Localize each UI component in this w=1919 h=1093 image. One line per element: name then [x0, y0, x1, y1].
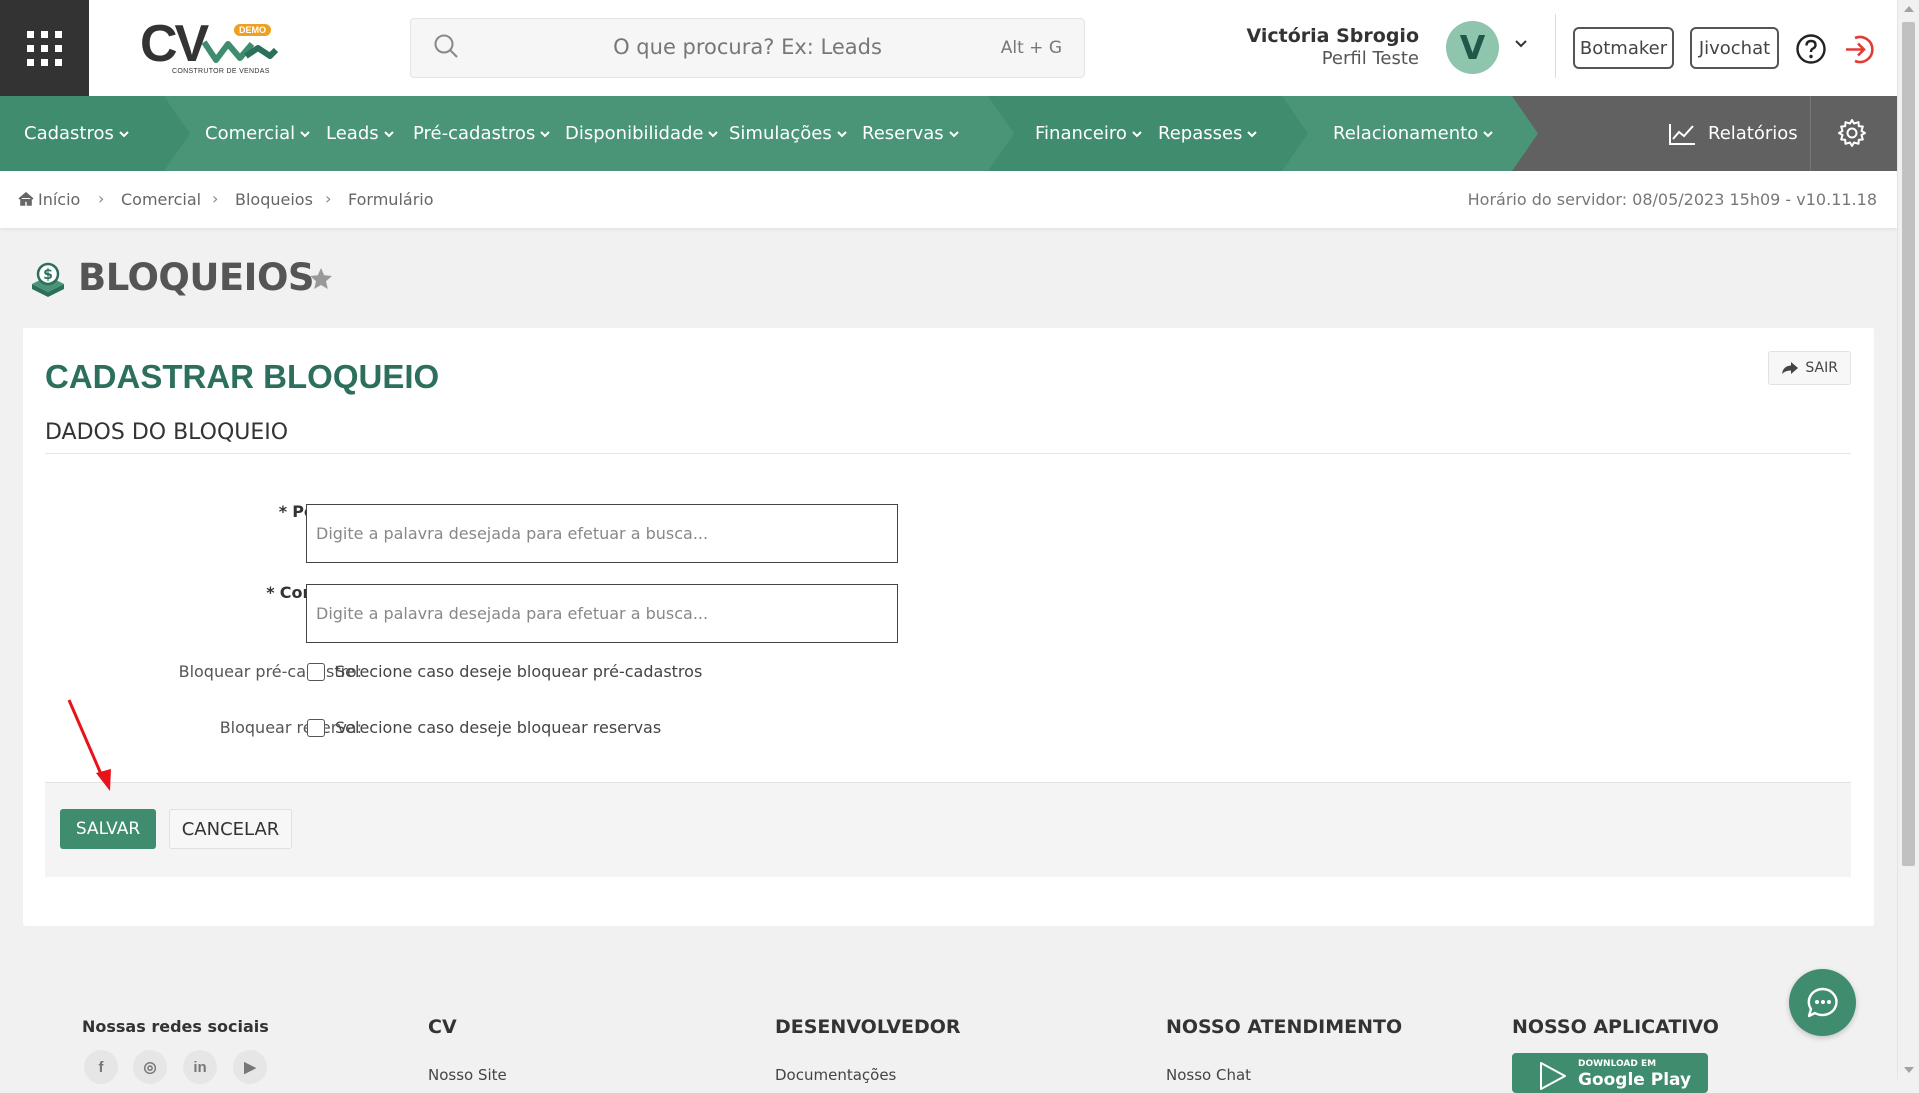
footer-link-docs[interactable]: Documentações	[775, 1066, 896, 1084]
botmaker-button[interactable]: Botmaker	[1573, 27, 1674, 69]
nav-comercial[interactable]: Comercial	[205, 96, 311, 171]
share-arrow-icon	[1782, 362, 1799, 374]
logo-wave-icon	[202, 40, 278, 63]
star-icon[interactable]	[308, 266, 334, 292]
avatar[interactable]: V	[1446, 21, 1499, 74]
breadcrumb-comercial[interactable]: Comercial	[121, 190, 201, 209]
nav-relatorios-label: Relatórios	[1708, 123, 1798, 144]
money-block-icon: $	[32, 262, 64, 297]
play-store-icon	[1540, 1062, 1566, 1090]
top-header: CV DEMO CONSTRUTOR DE VENDAS O que procu…	[0, 0, 1897, 96]
search-shortcut: Alt + G	[1000, 38, 1062, 58]
breadcrumb: Início › Comercial › Bloqueios › Formulá…	[0, 171, 1897, 228]
chevron-down-icon	[1132, 131, 1142, 138]
nav-divider	[1810, 96, 1811, 171]
header-divider	[1555, 14, 1556, 78]
google-play-top: DOWNLOAD EM	[1578, 1059, 1657, 1069]
user-name: Victória Sbrogio	[1246, 25, 1419, 47]
cancel-button[interactable]: CANCELAR	[169, 809, 292, 849]
logo-tagline: CONSTRUTOR DE VENDAS	[172, 68, 270, 75]
breadcrumb-formulario: Formulário	[348, 190, 434, 209]
chevron-down-icon	[708, 131, 719, 138]
form-card: CADASTRAR BLOQUEIO SAIR DADOS DO BLOQUEI…	[23, 328, 1874, 926]
form-title: CADASTRAR BLOQUEIO	[45, 358, 440, 395]
gear-icon[interactable]	[1837, 118, 1867, 148]
nav-leads[interactable]: Leads	[326, 96, 395, 171]
block-precadastro-checkbox[interactable]	[307, 663, 325, 681]
scrollbar-thumb[interactable]	[1902, 22, 1915, 866]
scroll-up-icon[interactable]	[1904, 6, 1914, 12]
chevron-down-icon	[300, 131, 310, 138]
footer-col-cv-title: CV	[428, 1016, 457, 1038]
annotation-arrow	[67, 699, 111, 791]
grid-icon	[27, 30, 62, 66]
footer-social-title: Nossas redes sociais	[82, 1017, 269, 1036]
section-title: DADOS DO BLOQUEIO	[45, 420, 289, 445]
footer-col-dev-title: DESENVOLVEDOR	[775, 1016, 961, 1038]
logo[interactable]: CV DEMO CONSTRUTOR DE VENDAS	[140, 18, 280, 80]
exit-label: SAIR	[1805, 360, 1838, 376]
block-reserva-text: Selecione caso deseje bloquear reservas	[335, 718, 662, 737]
footer-col-support-title: NOSSO ATENDIMENTO	[1166, 1016, 1403, 1038]
chevron-down-icon	[540, 131, 551, 138]
nav-pre-cadastros[interactable]: Pré-cadastros	[413, 96, 551, 171]
corretor-input[interactable]	[306, 584, 898, 643]
breadcrumb-home[interactable]: Início	[18, 190, 80, 209]
chevron-down-icon	[383, 131, 394, 138]
breadcrumb-bloqueios[interactable]: Bloqueios	[235, 190, 313, 209]
apps-menu-button[interactable]	[0, 0, 89, 96]
footer-link-site[interactable]: Nosso Site	[428, 1066, 507, 1084]
chevron-down-icon[interactable]	[1513, 36, 1529, 52]
block-precadastro-text: Selecione caso deseje bloquear pré-cadas…	[335, 662, 703, 681]
chat-button[interactable]	[1789, 969, 1856, 1036]
scroll-down-icon[interactable]	[1904, 1067, 1914, 1073]
user-role: Perfil Teste	[1321, 48, 1419, 69]
section-divider	[45, 453, 1851, 454]
nav-reservas[interactable]: Reservas	[862, 96, 960, 171]
search-icon	[434, 34, 458, 58]
home-icon	[18, 191, 34, 206]
logout-icon[interactable]	[1843, 33, 1876, 66]
google-play-badge[interactable]: DOWNLOAD EM Google Play	[1512, 1053, 1708, 1093]
page-title: BLOQUEIOS	[78, 256, 315, 299]
nav-relatorios[interactable]: Relatórios	[1668, 96, 1798, 171]
google-play-main: Google Play	[1578, 1070, 1692, 1090]
chart-line-icon	[1669, 123, 1695, 145]
chevron-down-icon	[119, 131, 129, 138]
chevron-down-icon	[837, 131, 847, 138]
form-actions-bar	[45, 782, 1851, 877]
svg-text:$: $	[43, 267, 53, 283]
save-button[interactable]: SALVAR	[60, 809, 156, 849]
user-info[interactable]: Victória Sbrogio Perfil Teste	[1247, 24, 1419, 70]
block-reserva-checkbox[interactable]	[307, 719, 325, 737]
nav-simulacoes[interactable]: Simulações	[729, 96, 848, 171]
nav-financeiro[interactable]: Financeiro	[1035, 96, 1143, 171]
chevron-down-icon	[948, 131, 959, 138]
exit-button[interactable]: SAIR	[1768, 351, 1851, 385]
footer-link-chat[interactable]: Nosso Chat	[1166, 1066, 1251, 1084]
nav-repasses[interactable]: Repasses	[1158, 96, 1258, 171]
nav-cadastros[interactable]: Cadastros	[24, 96, 130, 171]
logo-demo-badge: DEMO	[234, 24, 271, 36]
chevron-down-icon	[1247, 131, 1258, 138]
logo-text: CV	[140, 15, 209, 73]
breadcrumb-separator: ›	[325, 189, 332, 208]
nav-disponibilidade[interactable]: Disponibilidade	[565, 96, 719, 171]
chevron-down-icon	[1483, 131, 1493, 138]
pessoa-input[interactable]	[306, 504, 898, 563]
nav-relacionamento[interactable]: Relacionamento	[1333, 96, 1494, 171]
help-icon[interactable]	[1795, 33, 1827, 65]
global-search[interactable]: O que procura? Ex: Leads Alt + G	[410, 18, 1085, 78]
breadcrumb-separator: ›	[212, 189, 219, 208]
chat-bubble-icon	[1807, 987, 1838, 1017]
jivochat-button[interactable]: Jivochat	[1690, 27, 1779, 69]
main-nav: Cadastros Comercial Leads Pré-cadastros …	[0, 96, 1897, 171]
search-placeholder: O que procura? Ex: Leads	[613, 35, 882, 59]
breadcrumb-separator: ›	[98, 189, 105, 208]
server-time: Horário do servidor: 08/05/2023 15h09 - …	[1467, 190, 1877, 209]
page-scrollbar[interactable]	[1897, 0, 1919, 1079]
footer-col-app-title: NOSSO APLICATIVO	[1512, 1016, 1719, 1038]
